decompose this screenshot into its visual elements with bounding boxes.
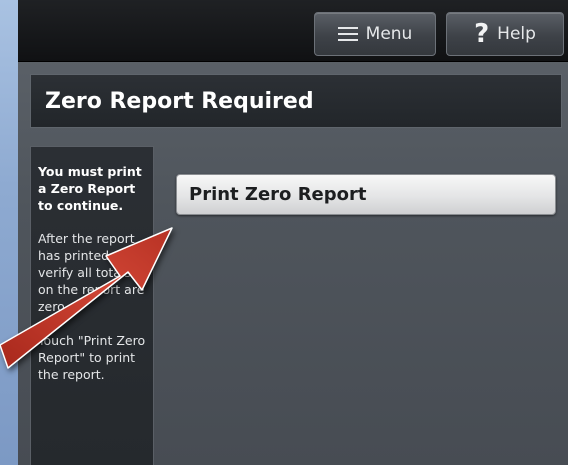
- hamburger-icon: [337, 26, 358, 42]
- device-screen: Menu ? Help Zero Report Required You mus…: [18, 0, 568, 465]
- help-button-label: Help: [497, 24, 536, 44]
- title-bar: Zero Report Required: [30, 74, 562, 128]
- question-mark-icon: ?: [474, 19, 490, 49]
- instruction-heading: You must print a Zero Report to continue…: [38, 164, 142, 213]
- page-title: Zero Report Required: [45, 88, 314, 114]
- print-zero-report-button[interactable]: Print Zero Report: [176, 174, 556, 215]
- top-bar: Menu ? Help: [18, 0, 568, 62]
- menu-button-label: Menu: [365, 24, 413, 44]
- instruction-touch: Touch "Print Zero Report" to print the r…: [38, 333, 146, 382]
- menu-button[interactable]: Menu: [314, 12, 436, 56]
- instruction-panel: You must print a Zero Report to continue…: [30, 146, 154, 465]
- help-button[interactable]: ? Help: [446, 12, 564, 56]
- instruction-detail: After the report has printed, verify all…: [38, 231, 145, 314]
